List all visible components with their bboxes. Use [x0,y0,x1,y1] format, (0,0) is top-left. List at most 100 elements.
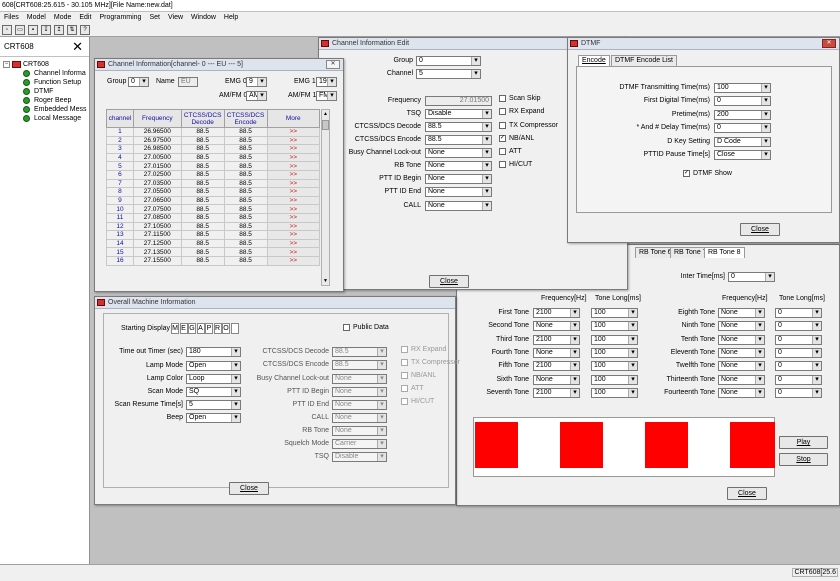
starting-display-char[interactable] [230,323,239,334]
tone-long-select[interactable]: 100 [591,347,638,358]
tone-long-select[interactable]: 100 [591,374,638,385]
nbanl-checkbox[interactable]: ✓ NB/ANL [499,135,534,142]
tree-root[interactable]: − CRT608 [3,60,89,69]
scan-resume-select[interactable]: 5 [186,400,241,410]
overall-bcl-select[interactable]: None [332,374,387,384]
menu-window[interactable]: Window [187,12,220,23]
tone-frequency-select[interactable]: None [718,347,765,358]
starting-display-char[interactable]: P [205,323,213,334]
overall-ptt-end-select[interactable]: None [332,400,387,410]
scroll-up-icon[interactable]: ▲ [322,110,329,118]
tone-long-select[interactable]: 100 [591,387,638,398]
pause-select[interactable]: Close [714,150,771,160]
menu-model[interactable]: Model [23,12,50,23]
tree-item-function-setup[interactable]: Function Setup [3,78,89,87]
more-button[interactable]: >> [266,255,321,266]
menu-edit[interactable]: Edit [75,12,95,23]
tone-frequency-select[interactable]: None [718,308,765,318]
tone-frequency-select[interactable]: 2100 [533,334,580,345]
lamp-mode-select[interactable]: Open [186,361,241,371]
scan-mode-select[interactable]: SQ [186,387,241,397]
more-button[interactable]: >> [266,144,321,154]
dtmf-show-checkbox[interactable]: ✓ DTMF Show [683,170,732,177]
table-row[interactable]: 3 26.98500 88.5 88.5 >> [106,144,321,154]
starting-display-char[interactable]: E [179,323,188,334]
collapse-icon[interactable]: − [3,61,10,68]
tree-item-embedded-message[interactable]: Embedded Mess [3,105,89,114]
more-button[interactable]: >> [266,247,321,257]
menu-files[interactable]: Files [0,12,23,23]
tab-rb-tone-8[interactable]: RB Tone 8 [704,247,745,258]
table-row[interactable]: 5 27.01500 88.5 88.5 >> [106,161,321,171]
table-row[interactable]: 14 27.12500 88.5 88.5 >> [106,238,321,249]
menu-mode[interactable]: Mode [50,12,76,23]
lamp-color-select[interactable]: Loop [186,374,241,384]
tx-compressor-checkbox[interactable]: TX Compressor [499,122,558,129]
tone-frequency-select[interactable]: None [718,361,765,372]
tone-frequency-select[interactable]: None [533,321,580,332]
close-icon[interactable]: ✕ [326,60,340,69]
tree-item-channel-info[interactable]: Channel Informa [3,69,89,78]
tone-frequency-select[interactable]: None [533,347,580,358]
tone-long-select[interactable]: 100 [591,361,638,372]
table-row[interactable]: 12 27.10500 88.5 88.5 >> [106,221,321,232]
more-button[interactable]: >> [266,169,321,180]
table-row[interactable]: 6 27.02500 88.5 88.5 >> [106,169,321,180]
tone-long-select[interactable]: 0 [775,347,822,358]
scan-skip-checkbox[interactable]: Scan Skip [499,95,541,102]
decode-select[interactable]: 88.5 [425,122,492,132]
table-row[interactable]: 10 27.07500 88.5 88.5 >> [106,204,321,214]
more-button[interactable]: >> [266,152,321,163]
new-file-icon[interactable]: ▫ [2,25,12,35]
menu-view[interactable]: View [164,12,187,23]
emg1-select[interactable]: 19 [316,77,337,87]
more-button[interactable]: >> [266,161,321,171]
write-radio-icon[interactable]: ↥ [54,25,64,35]
table-row[interactable]: 4 27.00500 88.5 88.5 >> [106,152,321,163]
frequency-input[interactable]: 27.01500 [425,96,492,106]
more-button[interactable]: >> [266,187,321,197]
starting-display-char[interactable]: M [171,323,179,334]
tone-frequency-select[interactable]: None [718,387,765,398]
rbtone-close-button[interactable]: Close [727,487,767,500]
tone-frequency-select[interactable]: None [533,374,580,385]
table-row[interactable]: 7 27.03500 88.5 88.5 >> [106,178,321,189]
inter-time-select[interactable]: 0 [728,272,775,282]
tone-frequency-select[interactable]: 2100 [533,361,580,372]
call-select[interactable]: None [425,201,492,211]
save-file-icon[interactable]: ▪ [28,25,38,35]
tone-frequency-select[interactable]: None [718,374,765,385]
table-row[interactable]: 8 27.05500 88.5 88.5 >> [106,187,321,197]
tone-frequency-select[interactable]: None [718,334,765,345]
tone-frequency-select[interactable]: None [718,321,765,332]
table-row[interactable]: 11 27.08500 88.5 88.5 >> [106,212,321,223]
more-button[interactable]: >> [266,195,321,206]
tab-encode[interactable]: Encode [578,55,610,66]
table-row[interactable]: 2 26.97500 88.5 88.5 >> [106,135,321,146]
tone-frequency-select[interactable]: 2100 [533,387,580,398]
tree-item-dtmf[interactable]: DTMF [3,87,89,96]
overall-att-checkbox[interactable]: ATT [401,385,424,392]
rx-expand-checkbox[interactable]: RX Expand [499,108,544,115]
overall-encode-select[interactable]: 88.5 [332,360,387,370]
overall-tx-compressor-checkbox[interactable]: TX Compressor [401,359,460,366]
hicut-checkbox[interactable]: HI/CUT [499,161,532,168]
tab-dtmf-encode-list[interactable]: DTMF Encode List [611,55,677,66]
help-icon[interactable]: ? [80,25,90,35]
more-button[interactable]: >> [266,238,321,249]
close-icon[interactable]: ✕ [72,37,83,57]
name-input[interactable]: EU [178,77,198,87]
tone-long-select[interactable]: 0 [775,361,822,372]
more-button[interactable]: >> [266,127,321,137]
starting-display-char[interactable]: G [188,323,196,334]
play-button[interactable]: Play [779,436,828,449]
overall-close-button[interactable]: Close [229,482,269,495]
first-digital-select[interactable]: 0 [714,96,771,106]
table-row[interactable]: 1 26.96500 88.5 88.5 >> [106,127,321,137]
beep-select[interactable]: Open [186,413,241,423]
pretime-select[interactable]: 200 [714,110,771,120]
starting-display-char[interactable]: A [196,323,205,334]
overall-tsq-select[interactable]: Disable [332,452,387,462]
overall-nbanl-checkbox[interactable]: NB/ANL [401,372,436,379]
overall-hicut-checkbox[interactable]: HI/CUT [401,398,434,405]
